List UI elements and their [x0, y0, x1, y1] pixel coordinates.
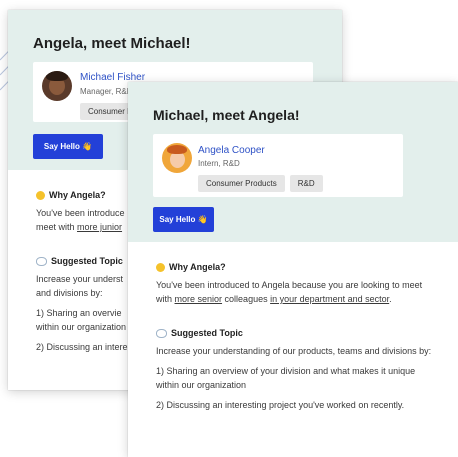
thinking-face-icon [156, 262, 165, 272]
profile-tags: Consumer Products R&D [198, 175, 323, 192]
avatar [162, 143, 192, 173]
tag-consumer-products: Consumer Products [198, 175, 285, 192]
say-hello-button[interactable]: Say Hello 👋 [33, 134, 103, 159]
thinking-face-icon [36, 190, 45, 200]
link-more-senior[interactable]: more senior [175, 294, 223, 304]
why-heading: Why Angela? [156, 262, 458, 272]
profile-name[interactable]: Angela Cooper [198, 145, 265, 156]
speech-bubble-icon [36, 256, 47, 266]
tag-rnd: R&D [289, 175, 323, 192]
profile-role: Intern, R&D [198, 159, 240, 168]
topic-item-2: 2) Discussing an interesting project you… [156, 400, 405, 410]
card-header: Michael, meet Angela! Angela Cooper Inte… [128, 82, 458, 242]
link-more-junior[interactable]: more junior [77, 222, 122, 232]
intro-card-michael: Michael, meet Angela! Angela Cooper Inte… [128, 82, 458, 457]
link-department-sector[interactable]: in your department and sector [270, 294, 389, 304]
profile-role: Manager, R&D [80, 87, 133, 96]
speech-bubble-icon [156, 328, 167, 338]
say-hello-button[interactable]: Say Hello 👋 [153, 207, 214, 232]
card-title: Michael, meet Angela! [153, 107, 300, 123]
why-text: You've been introduced to Angela because… [156, 280, 423, 304]
card-title: Angela, meet Michael! [33, 35, 191, 52]
topic-item-1: 1) Sharing an overview of your division … [156, 366, 416, 390]
card-body: Why Angela? You've been introduced to An… [128, 242, 458, 412]
suggested-topic-heading: Suggested Topic [156, 328, 458, 338]
avatar [42, 71, 72, 101]
topic-intro: Increase your understanding of our produ… [156, 346, 432, 356]
profile-card-angela[interactable]: Angela Cooper Intern, R&D Consumer Produ… [153, 134, 403, 197]
